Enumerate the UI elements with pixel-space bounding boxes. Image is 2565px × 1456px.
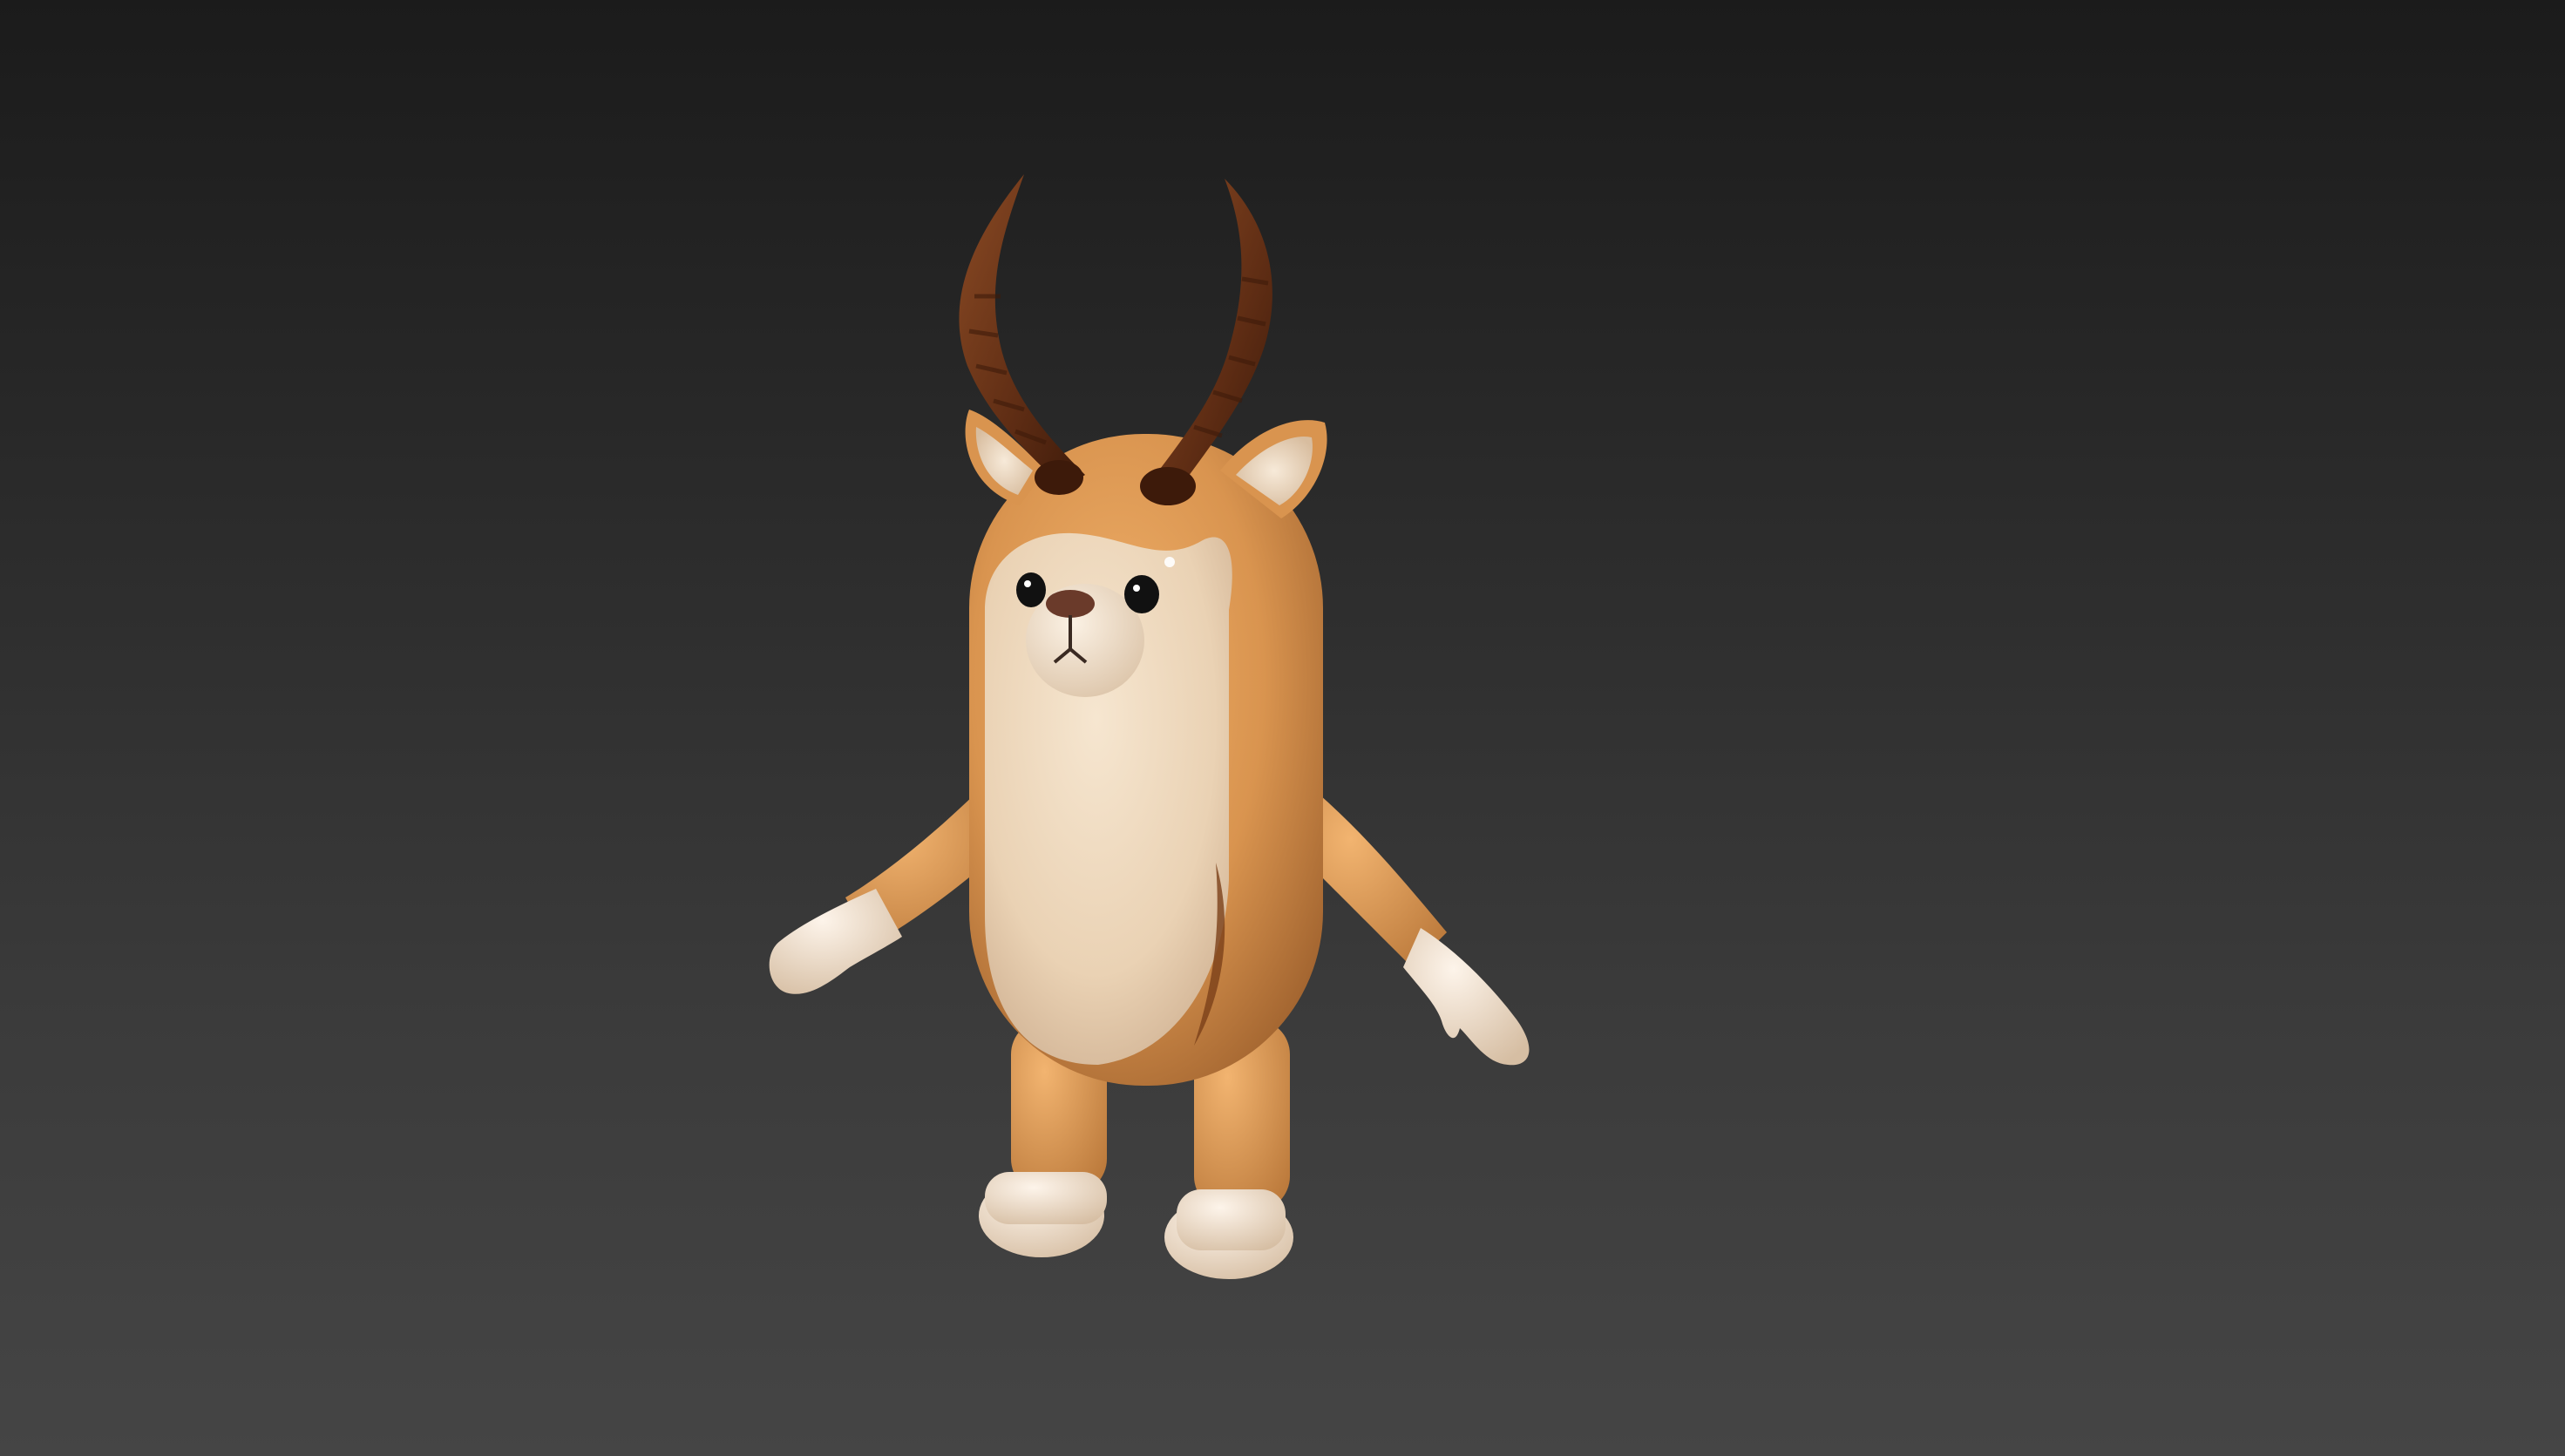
right-arm <box>1299 784 1530 1066</box>
antelope-render <box>769 174 1530 1279</box>
body <box>969 434 1323 1086</box>
nose <box>1046 590 1095 618</box>
3d-viewport[interactable] <box>0 0 2565 1456</box>
right-eye <box>1124 575 1159 613</box>
left-arm <box>769 784 1002 994</box>
left-eye <box>1016 572 1046 607</box>
